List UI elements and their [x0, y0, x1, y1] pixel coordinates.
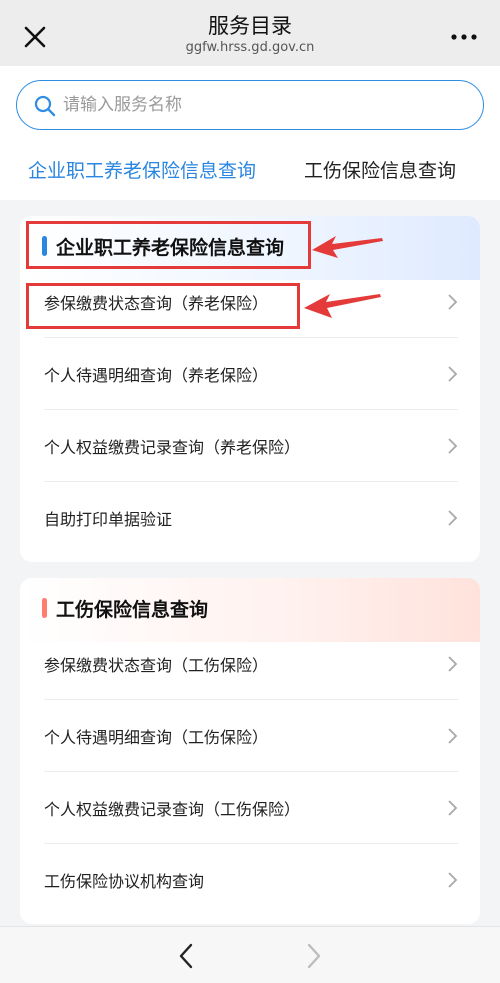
- top-bar: 服务目录 ggfw.hrss.gd.gov.cn: [0, 0, 500, 66]
- annotation-highlight-section-title: [26, 221, 311, 269]
- list-item-print-verify[interactable]: 自助打印单据验证: [20, 482, 480, 554]
- list-item-label: 自助打印单据验证: [44, 510, 173, 529]
- section-title: 工伤保险信息查询: [56, 599, 209, 621]
- annotation-arrow-icon: [304, 294, 381, 318]
- list-item-label: 个人权益缴费记录查询（工伤保险）: [44, 800, 301, 819]
- chevron-right-icon: [307, 943, 321, 969]
- search-input[interactable]: [63, 91, 463, 119]
- list-item-label: 个人待遇明细查询（工伤保险）: [44, 728, 269, 747]
- list-item-injury-details[interactable]: 个人待遇明细查询（工伤保险）: [20, 700, 480, 772]
- list-item-label: 参保缴费状态查询（工伤保险）: [44, 656, 269, 675]
- list-item-injury-status[interactable]: 参保缴费状态查询（工伤保险）: [20, 628, 480, 700]
- chevron-right-icon: [448, 438, 458, 454]
- forward-button[interactable]: [302, 941, 326, 971]
- annotation-highlight-first-item: [26, 283, 300, 329]
- chevron-right-icon: [448, 728, 458, 744]
- tab-pension-insurance[interactable]: 企业职工养老保险信息查询: [28, 156, 256, 183]
- list-item-label: 工伤保险协议机构查询: [44, 872, 205, 891]
- back-button[interactable]: [174, 941, 198, 971]
- chevron-right-icon: [448, 800, 458, 816]
- chevron-right-icon: [448, 510, 458, 526]
- tab-injury-insurance[interactable]: 工伤保险信息查询: [304, 156, 456, 183]
- page-domain: ggfw.hrss.gd.gov.cn: [185, 40, 315, 55]
- more-button[interactable]: [444, 22, 484, 52]
- chevron-right-icon: [448, 872, 458, 888]
- list-item-label: 个人权益缴费记录查询（养老保险）: [44, 438, 301, 457]
- chevron-right-icon: [448, 294, 458, 310]
- list-item-injury-institutions[interactable]: 工伤保险协议机构查询: [20, 844, 480, 916]
- section-accent-bar: [42, 598, 47, 618]
- list-item-injury-records[interactable]: 个人权益缴费记录查询（工伤保险）: [20, 772, 480, 844]
- chevron-right-icon: [448, 366, 458, 382]
- bottom-nav-bar: [0, 926, 500, 983]
- chevron-left-icon: [179, 943, 193, 969]
- page-title: 服务目录: [208, 14, 292, 38]
- section-card-injury: 工伤保险信息查询 参保缴费状态查询（工伤保险） 个人待遇明细查询（工伤保险） 个…: [20, 578, 480, 924]
- annotation-arrow-icon: [312, 236, 383, 258]
- more-icon: [451, 34, 477, 40]
- search-box[interactable]: [16, 80, 484, 130]
- search-icon: [34, 95, 56, 117]
- list-item-label: 个人待遇明细查询（养老保险）: [44, 366, 269, 385]
- list-item-pension-records[interactable]: 个人权益缴费记录查询（养老保险）: [20, 410, 480, 482]
- chevron-right-icon: [448, 656, 458, 672]
- list-item-pension-details[interactable]: 个人待遇明细查询（养老保险）: [20, 338, 480, 410]
